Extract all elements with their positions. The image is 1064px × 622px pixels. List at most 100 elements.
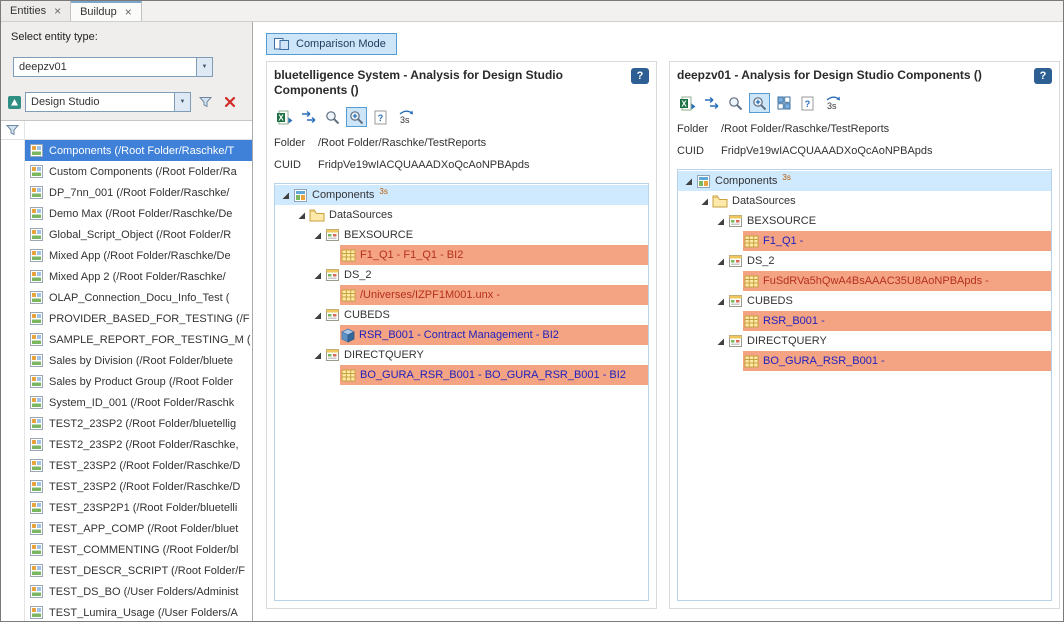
list-item[interactable]: Sales by Product Group (/Root Folder [25,371,252,392]
tree-item-label: DataSources [732,195,796,207]
export-excel-button[interactable]: X [274,107,295,127]
tree-item-label: BEXSOURCE [747,215,816,227]
transfer-button[interactable] [701,93,722,113]
left-panel-title: bluetelligence System - Analysis for Des… [274,68,631,98]
list-item[interactable]: SAMPLE_REPORT_FOR_TESTING_M ( [25,329,252,350]
table-icon [341,249,356,262]
entity-icon [29,164,44,179]
expand-arrow-icon[interactable] [714,217,727,226]
tree-item-label: BO_GURA_RSR_B001 - [763,355,885,367]
tree-item[interactable]: BO_GURA_RSR_B001 - BO_GURA_RSR_B001 - BI… [275,365,648,385]
close-icon[interactable]: × [54,5,61,17]
list-item[interactable]: Mixed App (/Root Folder/Raschke/De [25,245,252,266]
zoom-button[interactable] [725,93,746,113]
right-panel: deepzv01 - Analysis for Design Studio Co… [669,61,1060,609]
help-icon[interactable]: ? [631,68,649,84]
chevron-down-icon[interactable]: ▼ [196,58,212,76]
tree-item[interactable]: BEXSOURCE [275,225,648,245]
list-item-label: OLAP_Connection_Docu_Info_Test ( [49,292,229,304]
export-excel-button[interactable]: X [677,93,698,113]
comparison-mode-button[interactable]: Comparison Mode [266,33,397,55]
list-item[interactable]: Global_Script_Object (/Root Folder/R [25,224,252,245]
list-item[interactable]: Sales by Division (/Root Folder/bluete [25,350,252,371]
list-item[interactable]: TEST_23SP2P1 (/Root Folder/bluetelli [25,497,252,518]
transfer-button[interactable] [298,107,319,127]
tree-item[interactable]: RSR_B001 - [678,311,1051,331]
list-item[interactable]: DP_7nn_001 (/Root Folder/Raschke/ [25,182,252,203]
system-dropdown[interactable]: deepzv01 ▼ [13,57,213,77]
list-item[interactable]: TEST_APP_COMP (/Root Folder/bluet [25,518,252,539]
tree-item[interactable]: BEXSOURCE [678,211,1051,231]
list-item[interactable]: Components (/Root Folder/Raschke/T [25,140,252,161]
tree-item[interactable]: FuSdRVa5hQwA4BsAAAC35U8AoNPBApds - [678,271,1051,291]
entity-icon [29,521,44,536]
doc-question-button[interactable]: ? [370,107,391,127]
entity-type-dropdown[interactable]: Design Studio ▼ [25,92,191,112]
tree-item[interactable]: DIRECTQUERY [678,331,1051,351]
tree-item[interactable]: Components3s [678,171,1051,191]
tree-item-label: DataSources [329,209,393,221]
chevron-down-icon[interactable]: ▼ [174,93,190,111]
tree-item[interactable]: RSR_B001 - Contract Management - BI2 [275,325,648,345]
list-item[interactable]: Custom Components (/Root Folder/Ra [25,161,252,182]
tree-item-label: DS_2 [344,269,372,281]
list-item[interactable]: TEST2_23SP2 (/Root Folder/bluetellig [25,413,252,434]
expand-arrow-icon[interactable] [682,177,695,186]
entity-type-row: Design Studio ▼ [7,92,248,112]
zoom-button[interactable] [322,107,343,127]
zoom-selected-button[interactable] [749,93,770,113]
refresh-3s-button[interactable]: 3s [394,107,417,127]
expand-arrow-icon[interactable] [714,257,727,266]
tree-item[interactable]: /Universes/IZPF1M001.unx - [275,285,648,305]
tree-item[interactable]: F1_Q1 - F1_Q1 - BI2 [275,245,648,265]
filter-row[interactable] [1,121,252,140]
expand-arrow-icon[interactable] [279,191,292,200]
tree-item[interactable]: BO_GURA_RSR_B001 - [678,351,1051,371]
grid-view-button[interactable] [773,93,794,113]
filter-settings-button[interactable] [194,92,216,112]
tree-item[interactable]: DS_2 [275,265,648,285]
expand-arrow-icon[interactable] [311,271,324,280]
expand-arrow-icon[interactable] [311,351,324,360]
cuid-value: FridpVe19wIACQUAAADXoQcAoNPBApds [318,158,530,173]
list-item[interactable]: TEST_COMMENTING (/Root Folder/bl [25,539,252,560]
left-panel-header: bluetelligence System - Analysis for Des… [274,68,649,98]
list-item[interactable]: TEST_DS_BO (/User Folders/Administ [25,581,252,602]
tree-item[interactable]: DIRECTQUERY [275,345,648,365]
component-icon [293,188,308,203]
expand-arrow-icon[interactable] [698,197,711,206]
list-item[interactable]: PROVIDER_BASED_FOR_TESTING (/F [25,308,252,329]
doc-question-button[interactable]: ? [797,93,818,113]
tree-item[interactable]: CUBEDS [678,291,1051,311]
tree-item[interactable]: F1_Q1 - [678,231,1051,251]
list-item[interactable]: TEST_Lumira_Usage (/User Folders/A [25,602,252,621]
tree-item[interactable]: DS_2 [678,251,1051,271]
help-icon[interactable]: ? [1034,68,1052,84]
list-item[interactable]: TEST2_23SP2 (/Root Folder/Raschke, [25,434,252,455]
cube-icon [341,328,355,343]
list-item[interactable]: TEST_DESCR_SCRIPT (/Root Folder/F [25,560,252,581]
list-item[interactable]: TEST_23SP2 (/Root Folder/Raschke/D [25,476,252,497]
tree-item[interactable]: DataSources [275,205,648,225]
list-item[interactable]: TEST_23SP2 (/Root Folder/Raschke/D [25,455,252,476]
zoom-selected-button[interactable] [346,107,367,127]
list-item[interactable]: Demo Max (/Root Folder/Raschke/De [25,203,252,224]
expand-arrow-icon[interactable] [714,297,727,306]
tree-item[interactable]: DataSources [678,191,1051,211]
tree-item-label: FuSdRVa5hQwA4BsAAAC35U8AoNPBApds - [763,275,989,287]
expand-arrow-icon[interactable] [311,311,324,320]
list-item[interactable]: System_ID_001 (/Root Folder/Raschk [25,392,252,413]
expand-arrow-icon[interactable] [311,231,324,240]
clear-filter-button[interactable] [219,92,241,112]
expand-arrow-icon[interactable] [714,337,727,346]
list-item[interactable]: Mixed App 2 (/Root Folder/Raschke/ [25,266,252,287]
tab-entities[interactable]: Entities× [1,1,71,21]
refresh-3s-button[interactable]: 3s [821,93,844,113]
tab-buildup[interactable]: Buildup× [71,1,142,21]
tree-item[interactable]: Components3s [275,185,648,205]
tree-item[interactable]: CUBEDS [275,305,648,325]
expand-arrow-icon[interactable] [295,211,308,220]
datasource-icon [728,294,743,308]
list-item[interactable]: OLAP_Connection_Docu_Info_Test ( [25,287,252,308]
close-icon[interactable]: × [125,6,132,18]
